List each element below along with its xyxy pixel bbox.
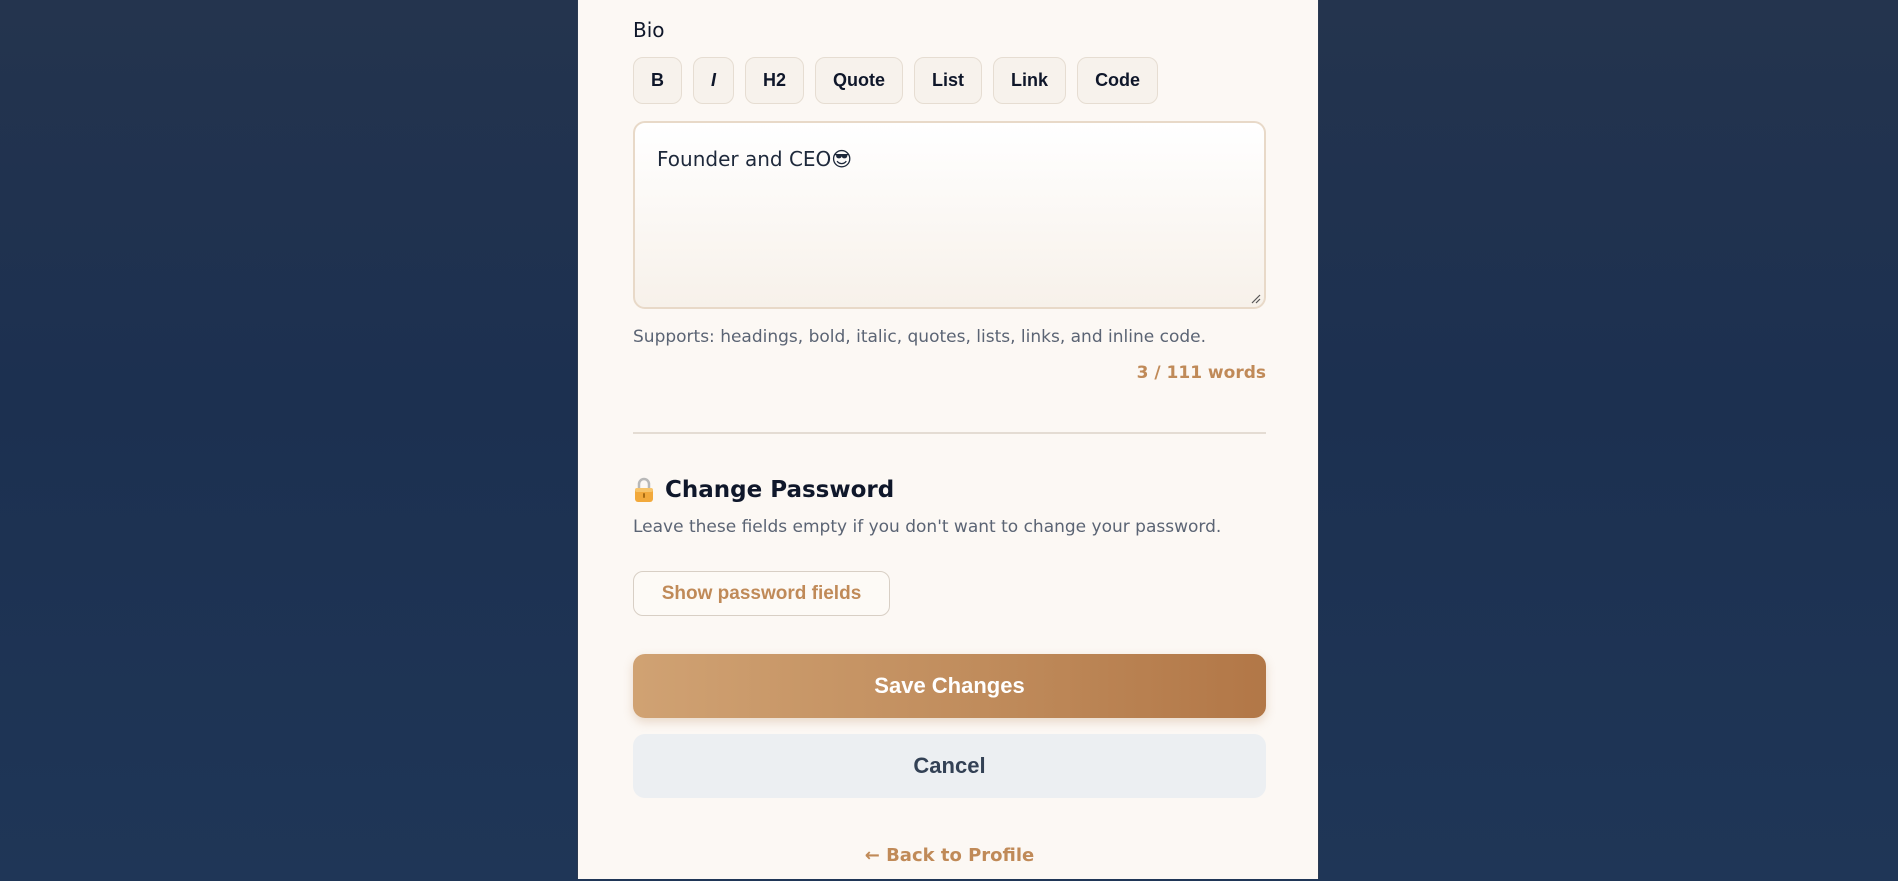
list-button[interactable]: List bbox=[914, 57, 983, 104]
formatting-toolbar: B I H2 Quote List Link Code bbox=[633, 57, 1159, 104]
code-button[interactable]: Code bbox=[1077, 57, 1159, 104]
cancel-button[interactable]: Cancel bbox=[633, 734, 1266, 798]
back-to-profile-link[interactable]: ← Back to Profile bbox=[633, 845, 1266, 866]
bio-text: Founder and CEO bbox=[657, 147, 832, 171]
quote-button[interactable]: Quote bbox=[815, 57, 904, 104]
password-section-subtitle: Leave these fields empty if you don't wa… bbox=[633, 517, 1222, 537]
bio-format-hint: Supports: headings, bold, italic, quotes… bbox=[633, 327, 1206, 347]
lock-icon bbox=[635, 477, 653, 502]
heading-button[interactable]: H2 bbox=[745, 57, 805, 104]
bio-textarea[interactable]: Founder and CEO😎 bbox=[633, 121, 1266, 309]
section-divider bbox=[633, 432, 1266, 434]
save-changes-button[interactable]: Save Changes bbox=[633, 654, 1266, 718]
link-button[interactable]: Link bbox=[993, 57, 1067, 104]
password-section-title: Change Password bbox=[665, 477, 895, 503]
password-section-header: Change Password bbox=[633, 477, 894, 503]
bio-label: Bio bbox=[633, 18, 665, 42]
show-password-fields-button[interactable]: Show password fields bbox=[633, 571, 890, 616]
word-count: 3 / 111 words bbox=[1136, 363, 1266, 383]
resize-handle-icon[interactable] bbox=[1251, 294, 1261, 304]
bold-button[interactable]: B bbox=[633, 57, 682, 104]
sunglasses-emoji: 😎 bbox=[831, 147, 853, 171]
edit-profile-panel: Bio B I H2 Quote List Link Code Founder … bbox=[577, 0, 1319, 879]
italic-button[interactable]: I bbox=[693, 57, 735, 104]
